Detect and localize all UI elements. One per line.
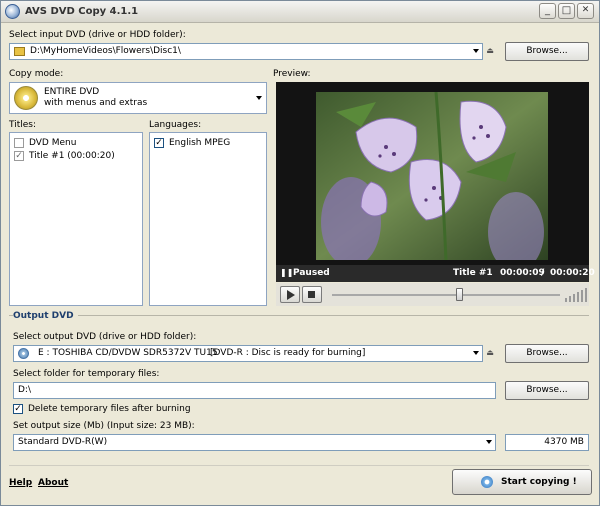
footer-divider — [9, 465, 589, 466]
stop-icon — [308, 291, 315, 298]
stop-button[interactable] — [302, 286, 322, 303]
english-mpeg-checkbox[interactable]: ✓ — [154, 138, 164, 148]
window-title: AVS DVD Copy 4.1.1 — [25, 6, 139, 17]
delete-temp-option[interactable]: ✓ Delete temporary files after burning — [13, 403, 213, 416]
seek-track[interactable] — [332, 294, 560, 296]
output-drive-select[interactable]: E : TOSHIBA CD/DVDW SDR5372V TU15 [DVD-R… — [13, 345, 483, 362]
disc-icon — [481, 476, 493, 488]
app-window: AVS DVD Copy 4.1.1 _ □ ✕ Select input DV… — [0, 0, 600, 506]
about-link[interactable]: About — [38, 478, 68, 488]
copy-mode-subtitle: with menus and extras — [44, 98, 148, 108]
title-bar: AVS DVD Copy 4.1.1 _ □ ✕ — [1, 1, 599, 23]
delete-temp-label: Delete temporary files after burning — [28, 404, 191, 414]
input-dvd-select[interactable]: D:\MyHomeVideos\Flowers\Disc1\ — [9, 43, 483, 60]
output-size-value: Standard DVD-R(W) — [18, 437, 108, 447]
playback-state: Paused — [293, 268, 330, 278]
play-icon — [287, 290, 295, 300]
output-group-divider — [9, 315, 589, 316]
title-1-checkbox[interactable]: ✓ — [14, 151, 24, 161]
output-group-title: Output DVD — [13, 311, 78, 321]
chevron-down-icon — [473, 351, 479, 355]
output-size-label: Set output size (Mb) (Input size: 23 MB)… — [13, 421, 195, 431]
temp-folder-label: Select folder for temporary files: — [13, 369, 160, 379]
help-link[interactable]: Help — [9, 478, 32, 488]
output-drive-value: E : TOSHIBA CD/DVDW SDR5372V TU15 — [38, 348, 218, 358]
seek-slider-thumb[interactable] — [456, 288, 464, 301]
volume-icon[interactable] — [565, 287, 587, 302]
preview-label: Preview: — [273, 69, 311, 79]
languages-list: ✓ English MPEG — [149, 132, 267, 306]
playback-status-bar: ❚❚ Paused Title #1 00:00:09 / 00:00:20 — [276, 265, 595, 282]
copy-mode-title: ENTIRE DVD — [44, 87, 100, 97]
temp-folder-input[interactable]: D:\ — [13, 382, 496, 399]
start-copying-button[interactable]: Start copying ! — [452, 469, 592, 495]
copy-mode-label: Copy mode: — [9, 69, 64, 79]
copy-mode-select[interactable]: ENTIRE DVD with menus and extras — [9, 82, 267, 114]
start-copying-label: Start copying ! — [501, 477, 577, 487]
languages-label: Languages: — [149, 120, 202, 130]
chevron-down-icon — [473, 49, 479, 53]
temp-browse-button[interactable]: Browse... — [505, 381, 589, 400]
eject-icon[interactable]: ⏏ — [484, 345, 496, 362]
playback-duration: 00:00:20 — [550, 268, 595, 278]
cd-drive-icon — [18, 348, 29, 359]
delete-temp-checkbox[interactable]: ✓ — [13, 404, 23, 414]
current-title: Title #1 — [453, 268, 493, 278]
time-separator: / — [541, 268, 545, 278]
title-item-1[interactable]: ✓ Title #1 (00:00:20) — [14, 150, 138, 162]
playback-position: 00:00:09 — [500, 268, 545, 278]
output-size-mb[interactable]: 4370 MB — [505, 434, 589, 451]
language-item-label: English MPEG — [169, 138, 231, 148]
maximize-button[interactable]: □ — [558, 3, 575, 19]
output-drive-status: [DVD-R : Disc is ready for burning] — [210, 348, 366, 358]
title-item-dvd-menu[interactable]: DVD Menu — [14, 137, 138, 149]
minimize-button[interactable]: _ — [539, 3, 556, 19]
output-drive-label: Select output DVD (drive or HDD folder): — [13, 332, 197, 342]
pause-icon: ❚❚ — [280, 268, 294, 277]
dvd-disc-icon — [14, 86, 38, 110]
language-item-english[interactable]: ✓ English MPEG — [154, 137, 262, 149]
eject-icon[interactable]: ⏏ — [484, 43, 496, 60]
chevron-down-icon — [256, 96, 262, 100]
title-item-label: DVD Menu — [29, 138, 77, 148]
playback-controls — [276, 283, 589, 306]
titles-label: Titles: — [9, 120, 37, 130]
output-browse-button[interactable]: Browse... — [505, 344, 589, 363]
titles-list: DVD Menu ✓ Title #1 (00:00:20) — [9, 132, 143, 306]
title-item-label: Title #1 (00:00:20) — [29, 151, 115, 161]
folder-icon — [14, 47, 25, 56]
app-icon — [5, 4, 20, 19]
dvd-menu-checkbox[interactable] — [14, 138, 24, 148]
close-button[interactable]: ✕ — [577, 3, 594, 19]
output-size-select[interactable]: Standard DVD-R(W) — [13, 434, 496, 451]
chevron-down-icon — [486, 440, 492, 444]
input-dvd-value: D:\MyHomeVideos\Flowers\Disc1\ — [30, 46, 181, 56]
input-dvd-label: Select input DVD (drive or HDD folder): — [9, 30, 186, 40]
play-button[interactable] — [280, 286, 300, 303]
input-browse-button[interactable]: Browse... — [505, 42, 589, 61]
preview-video-frame — [316, 92, 548, 260]
